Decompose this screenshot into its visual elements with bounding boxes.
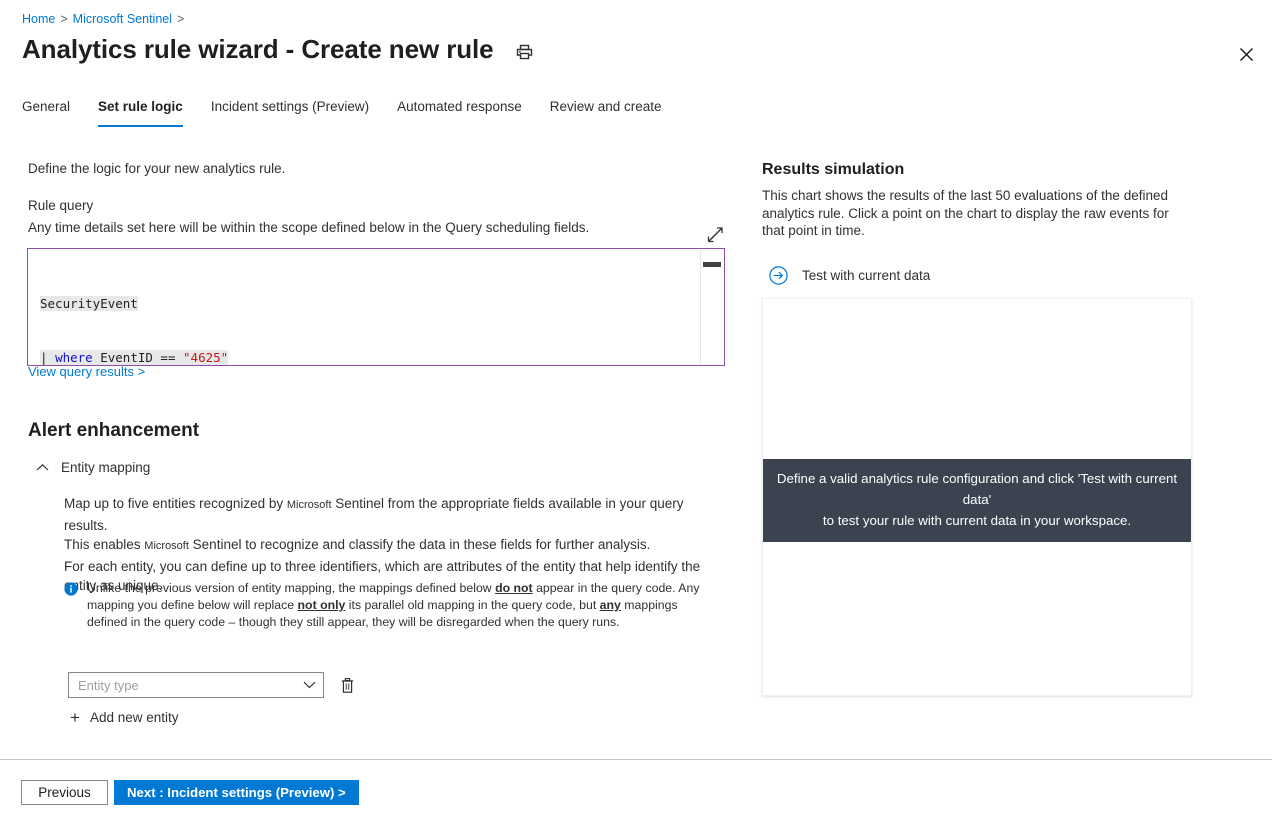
info-part-3: its parallel old mapping in the query co… [345,598,600,612]
entity-desc-2a: This enables [64,537,145,552]
alert-enhancement-heading: Alert enhancement [28,420,200,441]
rule-query-editor-text[interactable]: SecurityEvent | where EventID == "4625" [28,249,700,365]
entity-desc-1a: Map up to five entities recognized by [64,496,287,511]
info-icon [64,582,78,631]
expand-diagonal-icon[interactable] [706,226,726,246]
entity-desc-1-ms: Microsoft [286,499,332,511]
info-bold-do-not: do not [495,581,533,595]
rule-query-editor[interactable]: SecurityEvent | where EventID == "4625" [27,248,725,366]
code-line-1-text: SecurityEvent [40,296,138,311]
entity-type-placeholder: Entity type [78,677,139,693]
tab-review-and-create-label: Review and create [549,99,662,114]
printer-icon[interactable] [513,41,535,63]
test-with-current-data-button[interactable]: Test with current data [769,266,930,285]
entity-type-dropdown[interactable]: Entity type [68,672,324,698]
test-with-current-data-label: Test with current data [802,268,931,283]
breadcrumb-home[interactable]: Home [22,12,55,26]
info-part-1: Unlike the previous version of entity ma… [87,581,496,595]
tab-incident-settings-label: Incident settings (Preview) [210,99,370,114]
entity-mapping-label: Entity mapping [61,460,151,475]
view-query-results-link[interactable]: View query results > [28,364,145,379]
tab-automated-response[interactable]: Automated response [383,97,536,127]
tab-set-rule-logic-label: Set rule logic [98,99,183,114]
chart-empty-state-message: Define a valid analytics rule configurat… [763,459,1191,542]
plus-icon: + [70,707,80,727]
tab-review-and-create[interactable]: Review and create [536,97,676,127]
arrow-right-circle-icon [769,266,788,285]
results-simulation-description: This chart shows the results of the last… [762,188,1169,238]
info-bold-not-only: not only [297,598,346,612]
entity-desc-2-ms: Microsoft [144,540,189,552]
code-string-literal: "4625" [183,350,229,365]
close-button[interactable] [1230,38,1262,70]
entity-mapping-accordion[interactable]: Entity mapping [36,460,150,475]
page-title: Analytics rule wizard - Create new rule [22,34,494,64]
add-new-entity-label: Add new entity [89,710,179,725]
code-line-1: SecurityEvent [40,295,700,313]
chart-empty-state-line-2: to test your rule with current data in y… [822,513,1132,528]
kql-code: SecurityEvent | where EventID == "4625" [28,249,700,365]
editor-scrollbar-thumb[interactable] [703,262,721,267]
footer-divider [0,759,1272,760]
breadcrumb: Home > Microsoft Sentinel > [22,12,189,26]
tab-general-label: General [22,99,71,114]
trash-icon [341,677,353,693]
tab-incident-settings[interactable]: Incident settings (Preview) [197,97,383,127]
breadcrumb-separator-2: > [177,12,185,26]
delete-entity-button[interactable] [338,675,356,695]
entity-mapping-info-text: Unlike the previous version of entity ma… [87,580,714,631]
next-button[interactable]: Next : Incident settings (Preview) > [114,780,359,805]
editor-scrollbar[interactable] [700,250,723,364]
chevron-up-icon [36,463,49,471]
page-header: Analytics rule wizard - Create new rule [22,34,535,65]
results-chart-card[interactable]: Define a valid analytics rule configurat… [762,298,1192,696]
entity-desc-2b: Sentinel to recognize and classify the d… [188,537,651,552]
tab-automated-response-label: Automated response [397,99,522,114]
code-keyword-where: where [55,350,93,365]
tab-set-rule-logic[interactable]: Set rule logic [84,97,197,127]
form-intro-text: Define the logic for your new analytics … [28,161,286,176]
add-new-entity-button[interactable]: + Add new entity [70,707,179,727]
code-expression: EventID == [92,350,184,365]
code-pipe: | [40,350,56,365]
breadcrumb-microsoft-sentinel[interactable]: Microsoft Sentinel [73,12,172,26]
code-line-2: | where EventID == "4625" [40,349,700,365]
previous-button[interactable]: Previous [21,780,108,805]
results-simulation-panel: Results simulation This chart shows the … [745,140,1272,752]
results-simulation-title: Results simulation [762,161,905,178]
wizard-footer: Previous Next : Incident settings (Previ… [21,780,359,805]
entity-mapping-row: Entity type [68,672,356,698]
rule-logic-form: Define the logic for your new analytics … [0,140,745,752]
wizard-tabs: General Set rule logic Incident settings… [8,97,676,131]
breadcrumb-separator-1: > [60,12,68,26]
tab-general[interactable]: General [8,97,84,127]
chevron-down-icon [303,681,316,689]
entity-mapping-info-note: Unlike the previous version of entity ma… [64,580,714,631]
info-bold-any: any [599,598,621,612]
rule-query-label: Rule query [28,198,94,213]
chart-empty-state-line-1: Define a valid analytics rule configurat… [776,471,1178,507]
close-icon [1239,47,1253,61]
rule-query-description: Any time details set here will be within… [28,220,590,235]
